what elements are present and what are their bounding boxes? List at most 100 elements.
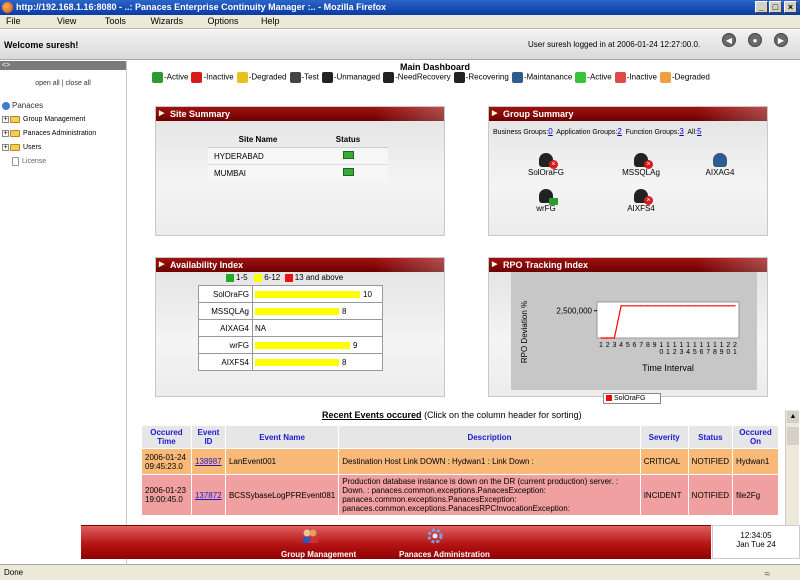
event-description: Production database instance is down on … <box>338 474 641 516</box>
table-row[interactable]: 2006-01-23 19:00:45.0 137872 BCSSybaseLo… <box>141 474 779 516</box>
availability-row[interactable]: AIXAG4 NA <box>198 319 383 337</box>
maximize-button[interactable]: □ <box>769 1 782 13</box>
open-all-link[interactable]: open all <box>35 80 60 87</box>
all-groups-count[interactable]: 5 <box>697 127 701 136</box>
group-name: AIXFS4 <box>198 353 253 371</box>
group-node-mssqlag[interactable]: × MSSQLAg <box>606 153 676 177</box>
panaces-administration-icon[interactable] <box>426 528 444 544</box>
x-axis-label: Time Interval <box>642 363 694 373</box>
legend-label: -Degraded <box>248 72 287 82</box>
menu-tools[interactable]: Tools <box>99 15 136 28</box>
col-status[interactable]: Status <box>687 425 734 449</box>
x-tick-label: 1 <box>599 342 603 349</box>
col-status[interactable]: Status <box>308 132 388 148</box>
expand-icon[interactable]: + <box>2 115 9 123</box>
group-name: SolOraFG <box>198 285 253 303</box>
x-tick-label: 3 <box>679 349 683 356</box>
close-button[interactable]: × <box>784 1 797 13</box>
x-tick-label: 2 <box>726 342 730 349</box>
legend-label: -Maintanance <box>523 72 573 82</box>
legend-label: -Test <box>301 72 319 82</box>
group-summary-title: Group Summary <box>489 107 767 121</box>
minimize-button[interactable]: _ <box>755 1 768 13</box>
application-groups-count[interactable]: 2 <box>617 127 621 136</box>
sidebar-item-group-management[interactable]: + Group Management <box>2 113 96 127</box>
x-tick-label: 2 <box>733 342 737 349</box>
group-management-link[interactable]: Group Management <box>281 550 356 559</box>
group-node-solorafg[interactable]: × SolOraFG <box>511 153 581 177</box>
event-id-link[interactable]: 137872 <box>195 491 222 500</box>
group-management-icon[interactable] <box>301 528 319 544</box>
col-event-name[interactable]: Event Name <box>224 425 340 449</box>
expand-icon[interactable]: + <box>2 129 9 137</box>
legend-item: -Inactive <box>191 72 234 83</box>
col-occured-time[interactable]: Occured Time <box>141 425 192 449</box>
panaces-administration-link[interactable]: Panaces Administration <box>399 550 490 559</box>
back-nav-icon[interactable]: ◀ <box>722 33 736 47</box>
menu-options[interactable]: Options <box>201 15 248 28</box>
event-time: 2006-01-24 09:45:23.0 <box>141 448 192 475</box>
col-severity[interactable]: Severity <box>639 425 689 449</box>
menu-wizards[interactable]: Wizards <box>144 15 193 28</box>
table-row[interactable]: MUMBAI <box>208 164 388 181</box>
sidebar-item-users[interactable]: + Users <box>2 141 96 155</box>
event-status: NOTIFIED <box>687 448 734 475</box>
data-point <box>654 305 656 307</box>
group-node-aixfs4[interactable]: × AIXFS4 <box>606 189 676 213</box>
data-point <box>667 305 669 307</box>
sidebar-item-label: License <box>22 158 47 165</box>
col-site-name[interactable]: Site Name <box>208 132 308 148</box>
event-id-link[interactable]: 138987 <box>195 457 222 466</box>
forward-nav-icon[interactable]: ▶ <box>774 33 788 47</box>
availability-row[interactable]: wrFG 9 <box>198 336 383 354</box>
nav-tree: Panaces + Group Management + Panaces Admin… <box>2 99 96 169</box>
availability-row[interactable]: AIXFS4 8 <box>198 353 383 371</box>
menu-file[interactable]: File <box>0 15 31 28</box>
status-bar: Done ≈ <box>0 564 800 580</box>
clock: 12:34:05 Jan Tue 24 <box>712 525 800 559</box>
menu-help[interactable]: Help <box>255 15 290 28</box>
menu-view[interactable]: View <box>51 15 86 28</box>
availability-panel: Availability Index 1-5 6-12 13 and above… <box>155 257 445 397</box>
data-point <box>660 305 662 307</box>
availability-value: 8 <box>342 357 347 367</box>
sidebar-item-license[interactable]: License <box>2 155 96 169</box>
availability-row[interactable]: SolOraFG 10 <box>198 285 383 303</box>
sidebar-item-panaces-administration[interactable]: + Panaces Administration <box>2 127 96 141</box>
business-groups-count[interactable]: 0 <box>548 127 552 136</box>
data-point <box>694 305 696 307</box>
group-node-aixag4[interactable]: AIXAG4 <box>685 153 755 177</box>
col-description[interactable]: Description <box>338 425 641 449</box>
rpo-legend: SolOraFG <box>603 393 661 404</box>
clock-time: 12:34:05 <box>740 531 772 540</box>
site-table: Site Name Status HYDERABAD MUMBAI <box>208 132 388 181</box>
legend-item: -Active <box>575 72 612 83</box>
group-node-wrfg[interactable]: wrFG <box>511 189 581 213</box>
table-row[interactable]: 2006-01-24 09:45:23.0 138987 LanEvent001… <box>141 448 779 475</box>
close-all-link[interactable]: close all <box>65 80 90 87</box>
legend-label: -Recovering <box>465 72 509 82</box>
sidebar-toggle-icon[interactable]: <> <box>0 61 126 70</box>
x-tick-label: 1 <box>693 342 697 349</box>
scroll-thumb[interactable] <box>787 427 799 445</box>
table-row[interactable]: HYDERABAD <box>208 147 388 165</box>
legend-item: -Inactive <box>614 72 657 83</box>
events-scrollbar[interactable]: ▲ <box>785 410 799 525</box>
tree-root[interactable]: Panaces <box>2 99 96 113</box>
expand-icon[interactable]: + <box>2 143 9 151</box>
availability-value: 8 <box>342 306 347 316</box>
col-event-id[interactable]: Event ID <box>190 425 226 449</box>
scroll-up-icon[interactable]: ▲ <box>787 411 799 423</box>
col-occured-on[interactable]: Occured On <box>732 425 779 449</box>
availability-row[interactable]: MSSQLAg 8 <box>198 302 383 320</box>
events-table: Occured Time Event ID Event Name Descrip… <box>141 425 779 516</box>
legend-label: -Unmanaged <box>333 72 381 82</box>
folder-icon <box>10 129 20 137</box>
firefox-icon <box>2 2 13 13</box>
data-point <box>607 337 609 339</box>
sidebar-item-label: Panaces Administration <box>23 130 97 137</box>
legend-label: 13 and above <box>294 273 344 282</box>
function-groups-count[interactable]: 3 <box>679 127 683 136</box>
refresh-nav-icon[interactable]: ● <box>748 33 762 47</box>
x-tick-label: 1 <box>679 342 683 349</box>
